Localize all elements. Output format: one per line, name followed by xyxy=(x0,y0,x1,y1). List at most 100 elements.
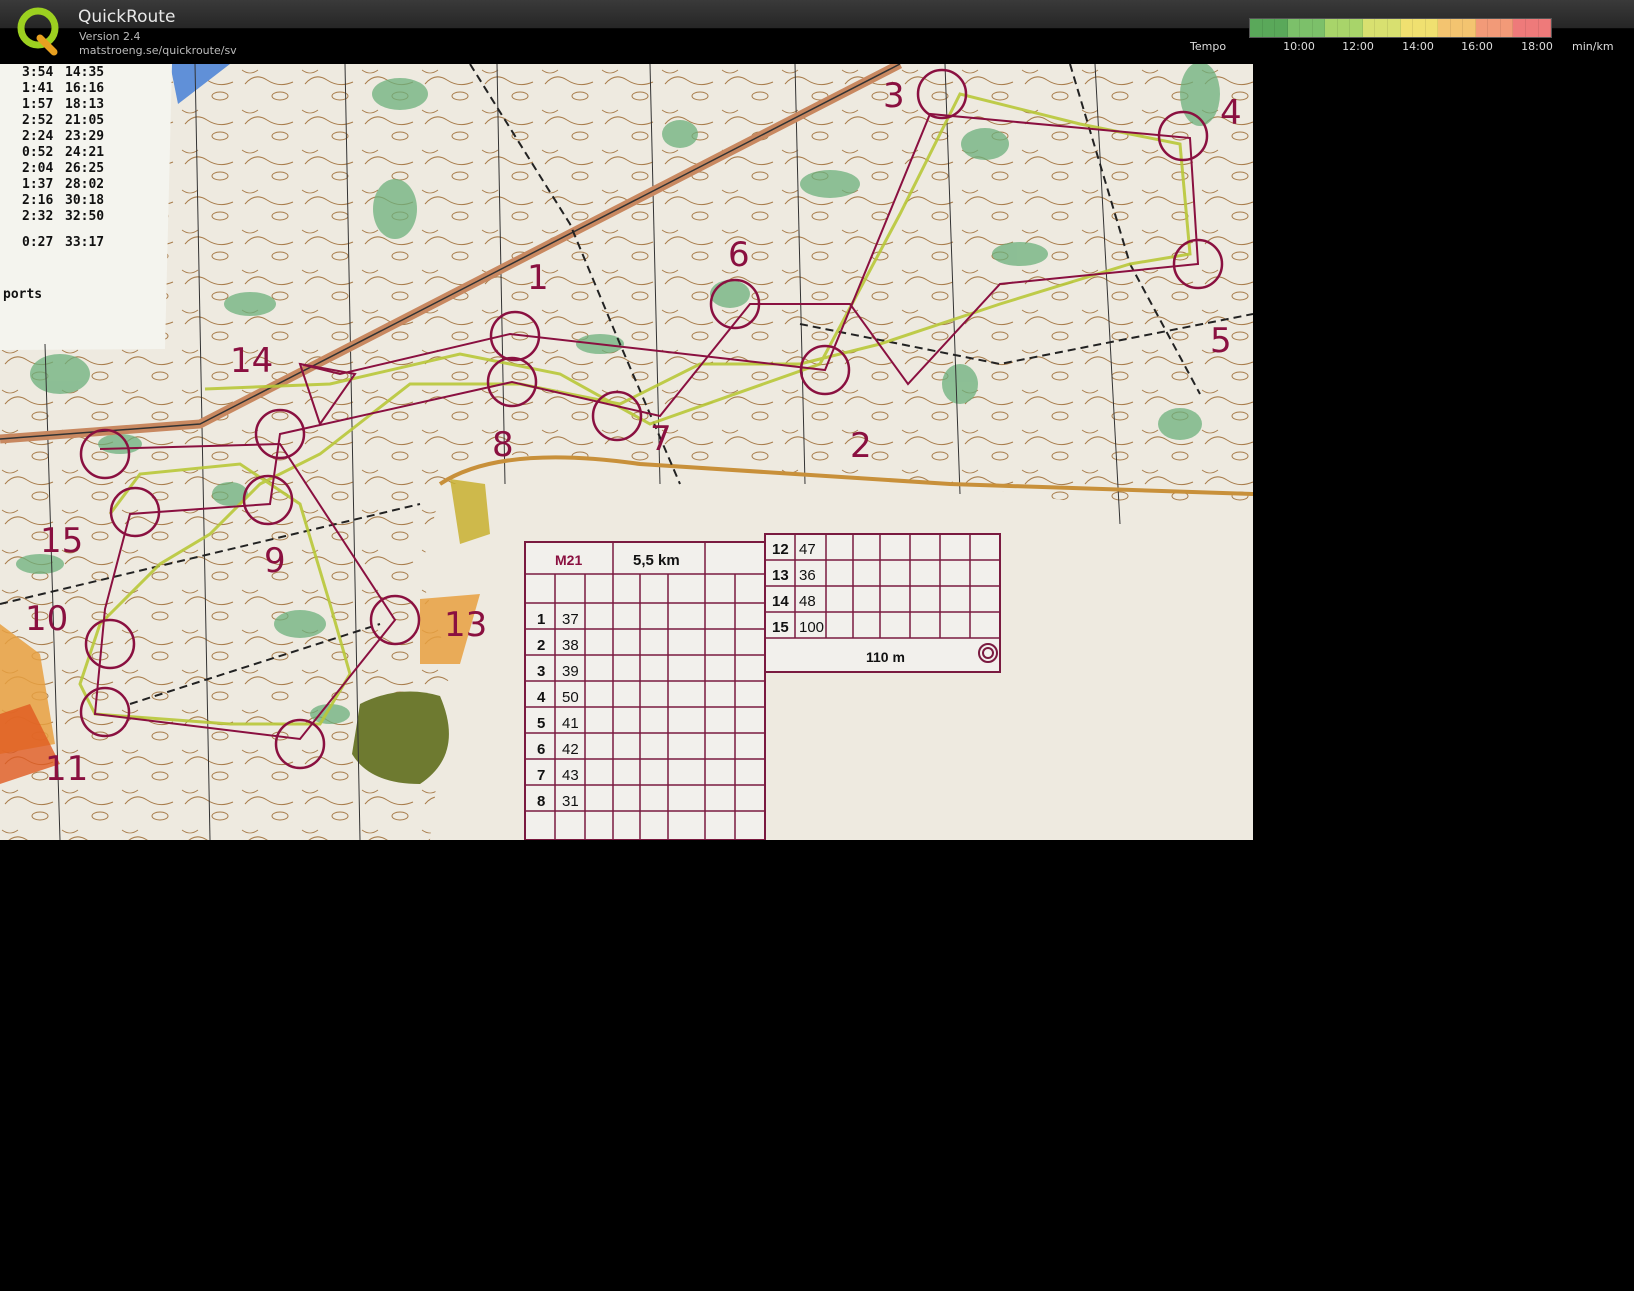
control-number: 12 xyxy=(772,541,789,558)
split-time: 2:04 xyxy=(22,161,53,176)
control-number: 7 xyxy=(537,767,545,784)
control-label: 11 xyxy=(45,749,88,789)
tempo-tick: 16:00 xyxy=(1461,40,1493,53)
tempo-scale-step xyxy=(1375,19,1389,37)
split-total: 23:29 xyxy=(65,129,104,144)
control-code: 43 xyxy=(562,767,579,784)
tempo-scale-step xyxy=(1400,19,1414,37)
tempo-scale-step xyxy=(1300,19,1313,37)
tempo-scale-step xyxy=(1438,19,1451,37)
control-code: 41 xyxy=(562,715,579,732)
tempo-scale-step xyxy=(1475,19,1489,37)
finish-distance: 110 m xyxy=(866,649,905,665)
control-label: 8 xyxy=(492,425,514,465)
tempo-scale-step xyxy=(1262,19,1276,37)
app-version: Version 2.4 xyxy=(79,30,141,43)
control-number: 4 xyxy=(537,689,546,706)
split-total: 32:50 xyxy=(65,209,104,224)
map-image[interactable]: 3:54 14:35 1:41 16:16 1:57 18:13 2:52 21:05 2:24… xyxy=(0,64,1253,840)
control-label: 4 xyxy=(1220,93,1242,133)
control-number: 6 xyxy=(537,741,545,758)
control-number: 15 xyxy=(772,619,789,636)
tempo-scale-step xyxy=(1312,19,1326,37)
control-label: 7 xyxy=(650,419,672,459)
title-bar: QuickRoute Version 2.4 matstroeng.se/qui… xyxy=(0,0,1634,62)
control-number: 5 xyxy=(537,715,545,732)
tempo-scale-step xyxy=(1488,19,1501,37)
control-label: 2 xyxy=(850,426,872,466)
tempo-scale-step xyxy=(1450,19,1464,37)
control-code: 31 xyxy=(562,793,579,810)
tempo-scale-step xyxy=(1388,19,1401,37)
control-code: 38 xyxy=(562,637,579,654)
split-total: 28:02 xyxy=(65,177,104,192)
control-code: 48 xyxy=(799,593,816,610)
split-total: 30:18 xyxy=(65,193,104,208)
control-number: 3 xyxy=(537,663,545,680)
split-time: 1:57 xyxy=(22,97,53,112)
course-length: 5,5 km xyxy=(633,552,680,569)
split-time: 0:52 xyxy=(22,145,53,160)
control-code: 37 xyxy=(562,611,579,628)
tempo-scale-step xyxy=(1538,19,1552,37)
tempo-scale-step xyxy=(1250,19,1263,37)
split-total: 26:25 xyxy=(65,161,104,176)
tempo-label: Tempo xyxy=(1190,40,1227,53)
split-time: 2:16 xyxy=(22,193,53,208)
tempo-tick: 18:00 xyxy=(1521,40,1553,53)
control-label: 3 xyxy=(883,76,905,116)
quickroute-logo-icon xyxy=(17,7,59,56)
split-total: 18:13 xyxy=(65,97,104,112)
split-time: 2:32 xyxy=(22,209,53,224)
control-label: 1 xyxy=(527,258,549,298)
tempo-scale-step xyxy=(1325,19,1338,37)
tempo-scale-step xyxy=(1425,19,1439,37)
tempo-scale-step xyxy=(1350,19,1363,37)
split-time: 1:37 xyxy=(22,177,53,192)
tempo-scale-step xyxy=(1275,19,1288,37)
tempo-scale-step xyxy=(1413,19,1426,37)
split-time: 3:54 xyxy=(22,65,53,80)
split-total: 33:17 xyxy=(65,235,104,250)
app-url[interactable]: matstroeng.se/quickroute/sv xyxy=(79,44,237,57)
control-label: 13 xyxy=(444,605,487,645)
control-number: 2 xyxy=(537,637,545,654)
control-number: 14 xyxy=(772,593,789,610)
sheet-text: ports xyxy=(3,287,42,302)
orienteering-map-view[interactable]: 3:54 14:35 1:41 16:16 1:57 18:13 2:52 21:05 2:24… xyxy=(0,64,1253,840)
control-code: 100 xyxy=(799,619,824,636)
control-code: 42 xyxy=(562,741,579,758)
tempo-unit: min/km xyxy=(1572,40,1614,53)
tempo-scale-step xyxy=(1337,19,1351,37)
split-total: 24:21 xyxy=(65,145,104,160)
tempo-scale-step xyxy=(1513,19,1527,37)
control-label: 9 xyxy=(264,541,286,581)
tempo-color-scale xyxy=(1249,18,1552,38)
tempo-scale-step xyxy=(1500,19,1514,37)
split-total: 14:35 xyxy=(65,65,104,80)
control-label: 5 xyxy=(1210,321,1232,361)
split-time: 2:52 xyxy=(22,113,53,128)
control-label: 10 xyxy=(25,599,68,639)
split-total: 16:16 xyxy=(65,81,104,96)
split-time: 1:41 xyxy=(22,81,53,96)
control-code: 39 xyxy=(562,663,579,680)
tempo-scale-step xyxy=(1362,19,1376,37)
control-code: 36 xyxy=(799,567,816,584)
split-time: 2:24 xyxy=(22,129,53,144)
tempo-scale-step xyxy=(1287,19,1301,37)
control-number: 1 xyxy=(537,611,545,628)
control-label: 14 xyxy=(230,341,273,381)
split-total: 21:05 xyxy=(65,113,104,128)
control-label: 15 xyxy=(40,521,83,561)
app-name: QuickRoute xyxy=(78,7,176,27)
control-number: 8 xyxy=(537,793,545,810)
control-code: 50 xyxy=(562,689,579,706)
tempo-tick: 14:00 xyxy=(1402,40,1434,53)
split-time: 0:27 xyxy=(22,235,53,250)
tempo-scale-step xyxy=(1463,19,1476,37)
tempo-tick: 10:00 xyxy=(1283,40,1315,53)
control-label: 6 xyxy=(728,235,750,275)
control-code: 47 xyxy=(799,541,816,558)
course-class: M21 xyxy=(555,552,582,568)
